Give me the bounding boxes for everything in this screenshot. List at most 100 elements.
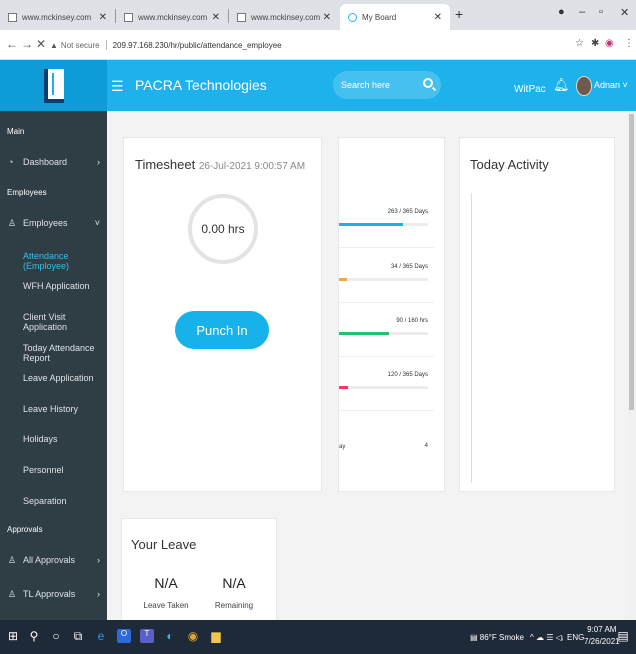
site-favicon-icon — [124, 12, 133, 22]
today-activity-card: Today Activity — [459, 137, 615, 492]
sidebar-subitem-leave-history[interactable]: Leave History — [0, 404, 107, 414]
statistic-value: 4 — [424, 443, 428, 449]
sidebar-item-employees[interactable]: ♙ Employees ˅ — [0, 218, 107, 228]
row-divider — [339, 410, 434, 411]
sidebar-subitem-client-visit[interactable]: Client Visit Application — [0, 312, 107, 332]
chrome-icon[interactable]: ◉ — [186, 629, 200, 643]
chevron-down-icon: ˅ — [94, 218, 100, 228]
progress-bar-fill — [339, 278, 347, 281]
teams-icon[interactable]: T — [140, 629, 154, 643]
search-input[interactable] — [341, 80, 417, 90]
activity-timeline — [471, 193, 472, 483]
edge-icon[interactable]: ◐ — [163, 629, 177, 643]
section-title-employees: Employees — [7, 188, 47, 197]
main-content: Timesheet 26-Jul-2021 9:00:57 AM 0.00 hr… — [107, 111, 627, 620]
avatar[interactable] — [576, 76, 592, 96]
outlook-icon[interactable]: O — [117, 629, 131, 643]
close-tab-icon[interactable]: ✕ — [212, 12, 220, 23]
user-menu[interactable]: Adnan ˅ — [594, 80, 628, 90]
statistic-value: 120 / 365 Days — [387, 372, 428, 378]
windows-start-icon[interactable]: ⊞ — [6, 629, 20, 643]
warning-icon: ▲ — [50, 40, 58, 50]
row-divider — [339, 356, 434, 357]
loading-spinner-icon — [348, 12, 357, 22]
your-leave-card: Your Leave N/A Leave Taken N/A Remaining — [121, 518, 277, 620]
weather-text: 86°F Smoke — [479, 633, 524, 642]
sidebar-item-all-approvals[interactable]: ♙ All Approvals › — [0, 555, 107, 565]
statistics-card: 263 / 365 Days 34 / 365 Days 90 / 160 hrs 1… — [338, 137, 445, 492]
new-tab-icon[interactable]: + — [455, 6, 463, 22]
today-activity-title: Today Activity — [470, 157, 549, 172]
forward-icon[interactable]: → — [21, 37, 33, 51]
notification-bell-icon[interactable]: 🔔︎ — [553, 77, 570, 93]
site-favicon-icon — [8, 12, 17, 22]
sidebar: Main ◔ Dashboard › Employees ♙ Employees… — [0, 111, 107, 620]
url-text[interactable]: 209.97.168.230/hr/public/attendance_empl… — [113, 41, 282, 50]
app-header: ☰ PACRA Technologies WitPac 🔔︎ Adnan ˅ — [0, 60, 636, 111]
user-icon: ♙ — [8, 554, 17, 565]
close-window-icon[interactable]: ✕ — [620, 6, 629, 19]
system-tray-icons[interactable]: ^ ☁ ☰ ◁ᵢ — [530, 633, 563, 642]
bookmark-star-icon[interactable]: ☆ — [575, 38, 584, 49]
statistic-value: 90 / 160 hrs — [396, 318, 428, 324]
sidebar-item-label: All Approvals — [23, 555, 76, 565]
browser-menu-icon[interactable]: ⋮ — [624, 38, 634, 49]
menu-toggle-icon[interactable]: ☰ — [111, 78, 124, 95]
timesheet-title: Timesheet — [135, 157, 196, 172]
restore-icon[interactable]: ▫ — [599, 6, 603, 18]
logo-area[interactable] — [0, 60, 107, 111]
close-tab-icon[interactable]: ✕ — [434, 12, 442, 23]
sidebar-item-dashboard[interactable]: ◔ Dashboard › — [0, 157, 107, 167]
clock[interactable]: 9:07 AM 7/26/2021 — [584, 624, 620, 648]
leave-taken-value: N/A — [154, 575, 178, 591]
progress-bar — [339, 386, 428, 389]
edge-legacy-icon[interactable]: e — [94, 629, 108, 643]
sidebar-subitem-holidays[interactable]: Holidays — [0, 434, 107, 444]
extensions-icon[interactable]: ✱ — [591, 38, 599, 49]
statistic-row: 120 / 365 Days — [339, 372, 434, 416]
profile-avatar-icon[interactable]: ◉ — [605, 38, 614, 49]
timesheet-card: Timesheet 26-Jul-2021 9:00:57 AM 0.00 hr… — [123, 137, 322, 492]
sidebar-item-tl-approvals[interactable]: ♙ TL Approvals › — [0, 589, 107, 599]
sidebar-subitem-wfh[interactable]: WFH Application — [0, 281, 107, 291]
row-divider — [339, 247, 434, 248]
progress-bar-fill — [339, 332, 389, 335]
search-icon[interactable]: ⚲ — [27, 629, 41, 643]
weather-widget[interactable]: ▤ 86°F Smoke — [470, 633, 524, 642]
punch-in-button[interactable]: Punch In — [175, 311, 269, 349]
browser-tab-strip: www.mckinsey.com ✕ www.mckinsey.com ✕ ww… — [0, 0, 636, 30]
browser-tab[interactable]: www.mckinsey.com ✕ — [0, 4, 115, 30]
language-label[interactable]: WitPac — [514, 84, 546, 95]
file-explorer-icon[interactable]: ▆ — [209, 629, 223, 643]
close-tab-icon[interactable]: ✕ — [99, 12, 107, 23]
profile-menu-icon[interactable]: ● — [558, 6, 565, 18]
sidebar-item-label: TL Approvals — [23, 589, 76, 599]
input-language[interactable]: ENG — [567, 633, 584, 642]
search-icon[interactable] — [423, 78, 433, 88]
chevron-right-icon: › — [97, 157, 100, 167]
sidebar-subitem-today-attendance[interactable]: Today Attendance Report — [0, 343, 107, 363]
browser-tab[interactable]: www.mckinsey.com ✕ — [116, 4, 228, 30]
statistic-value: 34 / 365 Days — [390, 264, 428, 270]
sidebar-subitem-personnel[interactable]: Personnel — [0, 465, 107, 475]
browser-tab[interactable]: www.mckinsey.com ✕ — [229, 4, 339, 30]
sidebar-subitem-separation[interactable]: Separation — [0, 496, 107, 506]
back-icon[interactable]: ← — [6, 37, 18, 51]
page-scrollbar[interactable] — [627, 111, 636, 620]
company-name: PACRA Technologies — [135, 77, 267, 93]
sidebar-subitem-leave-application[interactable]: Leave Application — [0, 373, 107, 383]
stop-loading-icon[interactable]: ✕ — [36, 37, 46, 51]
task-view-icon[interactable]: ⧉ — [71, 629, 85, 643]
statistic-row: 90 / 160 hrs — [339, 318, 434, 362]
close-tab-icon[interactable]: ✕ — [323, 12, 331, 23]
omnibox[interactable]: ▲ Not secure 209.97.168.230/hr/public/at… — [50, 35, 578, 55]
minimize-icon[interactable]: – — [579, 6, 585, 18]
scrollbar-thumb[interactable] — [629, 114, 634, 410]
cortana-icon[interactable]: ○ — [49, 629, 63, 643]
tab-title: www.mckinsey.com — [22, 12, 92, 22]
search-box[interactable] — [333, 71, 441, 99]
site-favicon-icon — [237, 12, 246, 22]
sidebar-subitem-attendance[interactable]: Attendance (Employee) — [0, 251, 107, 271]
notifications-icon[interactable]: ▤ — [616, 629, 630, 643]
browser-tab-active[interactable]: My Board ✕ — [340, 4, 450, 30]
